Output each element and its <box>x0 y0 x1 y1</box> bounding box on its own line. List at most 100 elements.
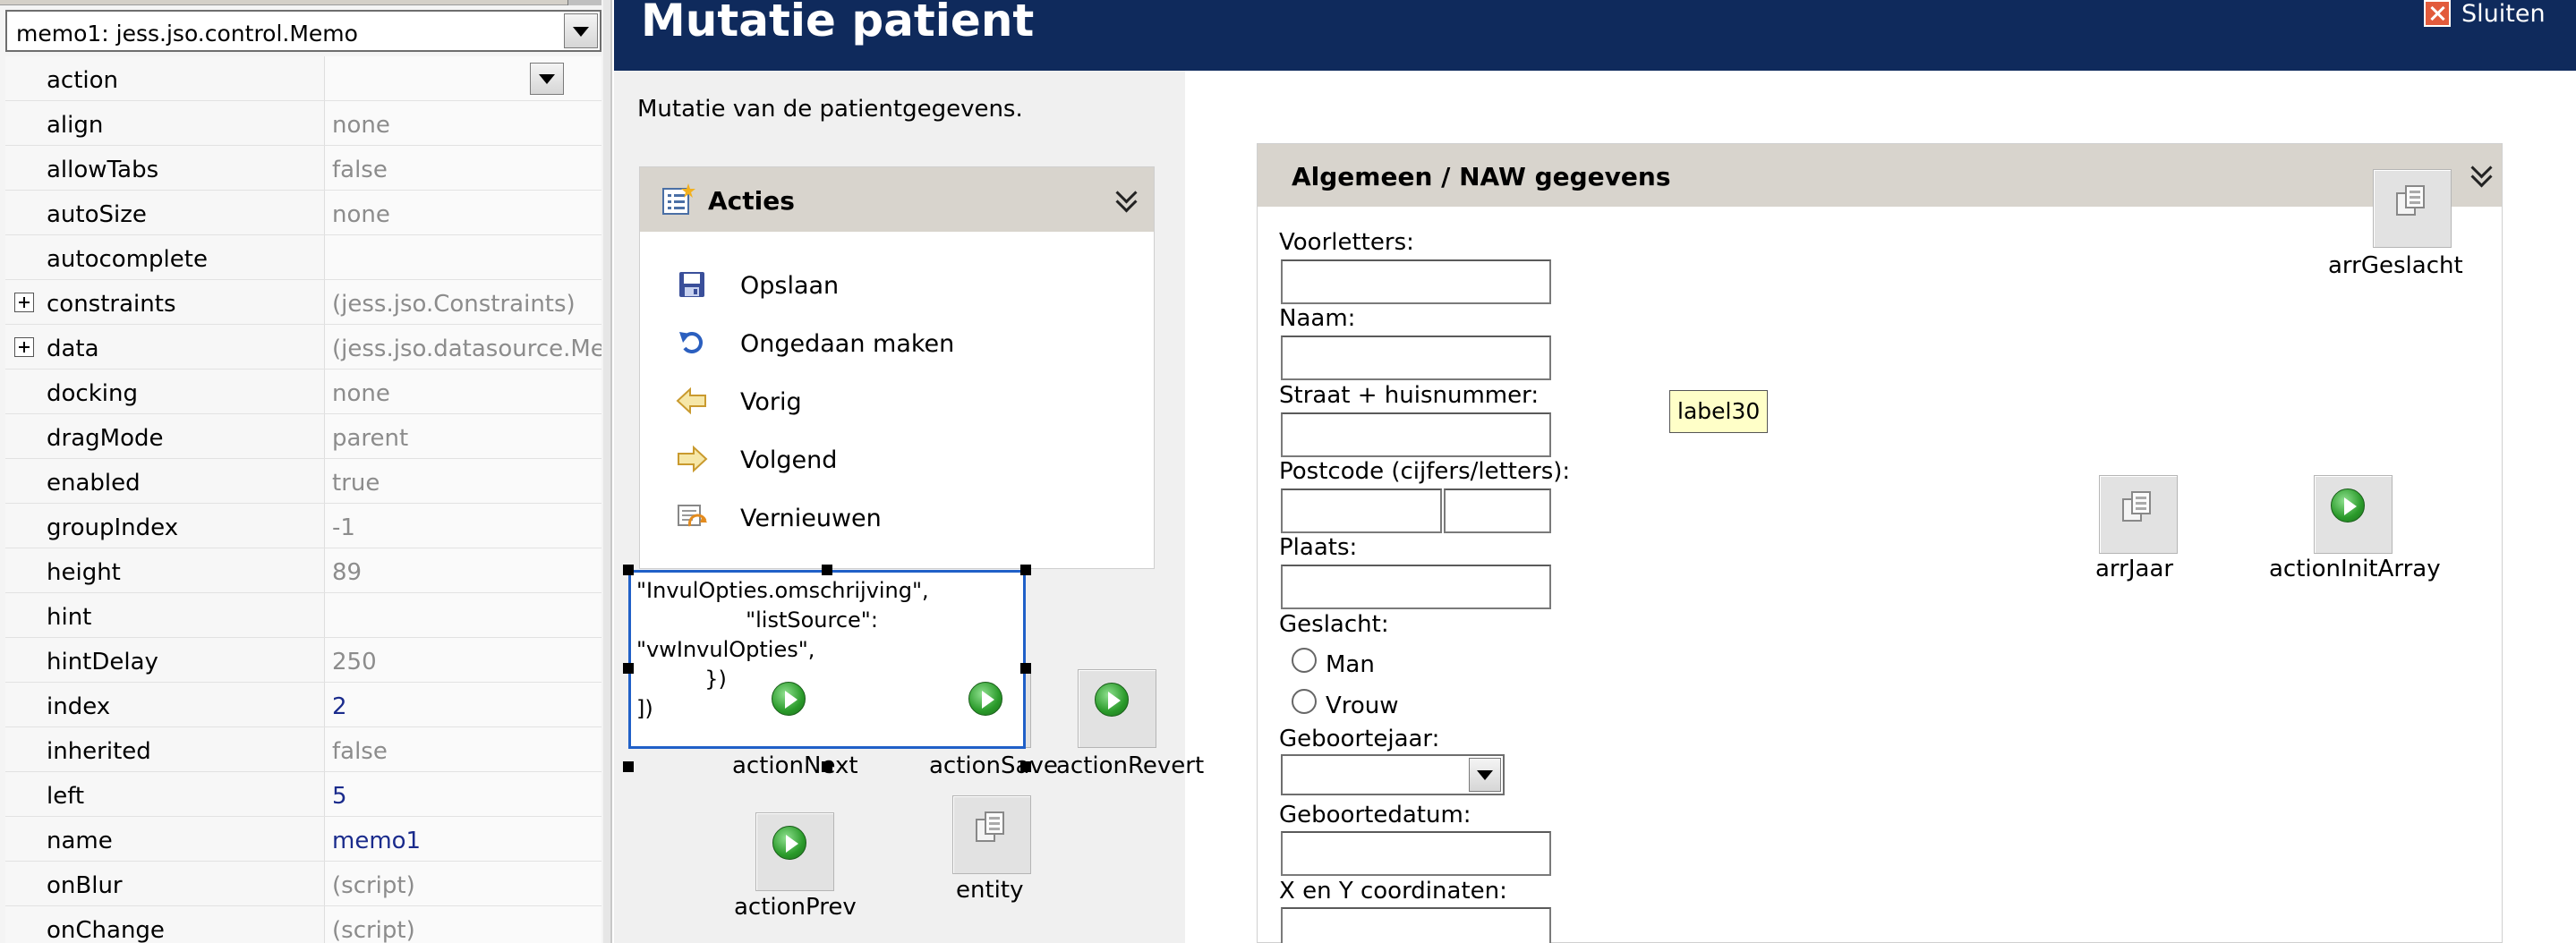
property-value[interactable]: false <box>324 146 601 190</box>
inspector-top-scrollbar[interactable] <box>0 0 601 5</box>
plaats-label: Plaats: <box>1279 534 1358 561</box>
property-value[interactable]: 89 <box>324 548 601 592</box>
inspector-splitter[interactable] <box>603 0 610 943</box>
property-row-inherited[interactable]: inherited false <box>5 727 601 772</box>
resize-handle-right[interactable] <box>1020 663 1031 674</box>
geboortejaar-select[interactable] <box>1281 754 1505 795</box>
coordinaten-input[interactable] <box>1281 907 1551 943</box>
action-item-vernieuwen[interactable]: Vernieuwen <box>676 499 1123 535</box>
action-save-label: actionSave <box>929 752 1058 779</box>
naw-panel-header[interactable]: Algemeen / NAW gegevens <box>1258 144 2502 207</box>
geslacht-vrouw-radio[interactable] <box>1292 689 1317 714</box>
property-value[interactable]: (jess.jso.datasource.Memb <box>324 325 601 369</box>
scroll-thumb[interactable] <box>567 0 601 5</box>
property-value[interactable]: 250 <box>324 638 601 682</box>
arr-geslacht-tile[interactable] <box>2373 169 2452 248</box>
plaats-input[interactable] <box>1281 565 1551 609</box>
action-revert-tile[interactable] <box>1078 669 1156 748</box>
geslacht-vrouw-label: Vrouw <box>1326 692 1399 719</box>
action-item-vorig[interactable]: Vorig <box>676 383 1123 419</box>
property-value[interactable] <box>324 593 601 637</box>
property-value[interactable]: (script) <box>324 906 601 943</box>
geboortedatum-input[interactable] <box>1281 831 1551 876</box>
selected-component-label: memo1: jess.jso.control.Memo <box>16 21 358 47</box>
property-row-action[interactable]: action <box>5 56 601 101</box>
property-value[interactable]: (script) <box>324 862 601 905</box>
collapse-icon[interactable] <box>1114 185 1139 212</box>
action-item-ongedaan-maken[interactable]: Ongedaan maken <box>676 325 1123 361</box>
resize-handle-top-right[interactable] <box>1020 565 1031 575</box>
property-value-text: (script) <box>332 917 415 943</box>
acties-panel-header[interactable]: Acties <box>640 167 1154 232</box>
property-value[interactable]: true <box>324 459 601 503</box>
property-value[interactable]: 5 <box>324 772 601 816</box>
action-item-opslaan[interactable]: Opslaan <box>676 267 1123 302</box>
property-name: align <box>47 112 104 139</box>
action-dropdown-button[interactable] <box>530 63 564 95</box>
property-row-index[interactable]: index 2 <box>5 683 601 727</box>
component-selector[interactable]: memo1: jess.jso.control.Memo <box>5 10 601 52</box>
property-row-align[interactable]: align none <box>5 101 601 146</box>
property-row-constraints[interactable]: constraints (jess.jso.Constraints) <box>5 280 601 325</box>
postcode-letters-input[interactable] <box>1444 488 1551 533</box>
resize-handle-top-left[interactable] <box>623 565 634 575</box>
property-row-name[interactable]: name memo1 <box>5 817 601 862</box>
property-value[interactable]: none <box>324 191 601 234</box>
actions-list-icon <box>662 183 695 215</box>
property-row-onchange[interactable]: onChange (script) <box>5 906 601 943</box>
property-row-onblur[interactable]: onBlur (script) <box>5 862 601 906</box>
resize-handle-bottom-left[interactable] <box>623 761 634 772</box>
property-value[interactable]: none <box>324 370 601 413</box>
voorletters-label: Voorletters: <box>1279 229 1414 256</box>
property-value[interactable] <box>324 235 601 279</box>
property-row-height[interactable]: height 89 <box>5 548 601 593</box>
component-selector-dropdown-button[interactable] <box>564 13 598 48</box>
property-row-autosize[interactable]: autoSize none <box>5 191 601 235</box>
property-value-dropdown[interactable] <box>324 56 601 100</box>
property-row-allowtabs[interactable]: allowTabs false <box>5 146 601 191</box>
arr-jaar-tile[interactable] <box>2099 475 2178 554</box>
geslacht-man-radio[interactable] <box>1292 648 1317 673</box>
property-row-dragmode[interactable]: dragMode parent <box>5 414 601 459</box>
property-value-text: true <box>332 470 380 497</box>
action-next-tile-overlay[interactable] <box>755 669 834 748</box>
geboortejaar-dropdown-button[interactable] <box>1469 758 1501 792</box>
property-row-left[interactable]: left 5 <box>5 772 601 817</box>
property-value[interactable]: (jess.jso.Constraints) <box>324 280 601 324</box>
geslacht-label: Geslacht: <box>1279 611 1389 638</box>
expand-plus-icon[interactable] <box>14 293 34 312</box>
straat-input[interactable] <box>1281 412 1551 457</box>
property-value-text: memo1 <box>332 828 422 854</box>
property-row-data[interactable]: data (jess.jso.datasource.Memb <box>5 325 601 370</box>
property-value[interactable]: false <box>324 727 601 771</box>
property-row-hint[interactable]: hint <box>5 593 601 638</box>
property-row-enabled[interactable]: enabled true <box>5 459 601 504</box>
voorletters-input[interactable] <box>1281 259 1551 304</box>
play-icon <box>1095 683 1129 717</box>
naam-input[interactable] <box>1281 336 1551 380</box>
property-value[interactable]: none <box>324 101 601 145</box>
property-row-autocomplete[interactable]: autocomplete <box>5 235 601 280</box>
resize-handle-top[interactable] <box>822 565 832 575</box>
label30-component[interactable]: label30 <box>1669 390 1769 433</box>
property-value[interactable]: memo1 <box>324 817 601 861</box>
property-row-docking[interactable]: docking none <box>5 370 601 414</box>
refresh-icon <box>678 505 707 527</box>
property-row-hintdelay[interactable]: hintDelay 250 <box>5 638 601 683</box>
action-save-tile-overlay[interactable] <box>952 669 1031 748</box>
property-value[interactable]: -1 <box>324 504 601 548</box>
play-icon <box>2331 488 2365 522</box>
action-prev-tile[interactable] <box>755 812 834 891</box>
entity-tile[interactable] <box>952 795 1031 874</box>
resize-handle-left[interactable] <box>623 663 634 674</box>
collapse-icon[interactable] <box>2469 160 2495 187</box>
chevron-down-icon <box>539 74 555 84</box>
postcode-cijfers-input[interactable] <box>1281 488 1442 533</box>
property-value[interactable]: 2 <box>324 683 601 726</box>
action-item-volgend[interactable]: Volgend <box>676 441 1123 477</box>
property-value[interactable]: parent <box>324 414 601 458</box>
close-button[interactable]: Sluiten <box>2424 0 2576 30</box>
action-init-array-tile[interactable] <box>2314 475 2393 554</box>
property-row-groupindex[interactable]: groupIndex -1 <box>5 504 601 548</box>
expand-plus-icon[interactable] <box>14 337 34 357</box>
